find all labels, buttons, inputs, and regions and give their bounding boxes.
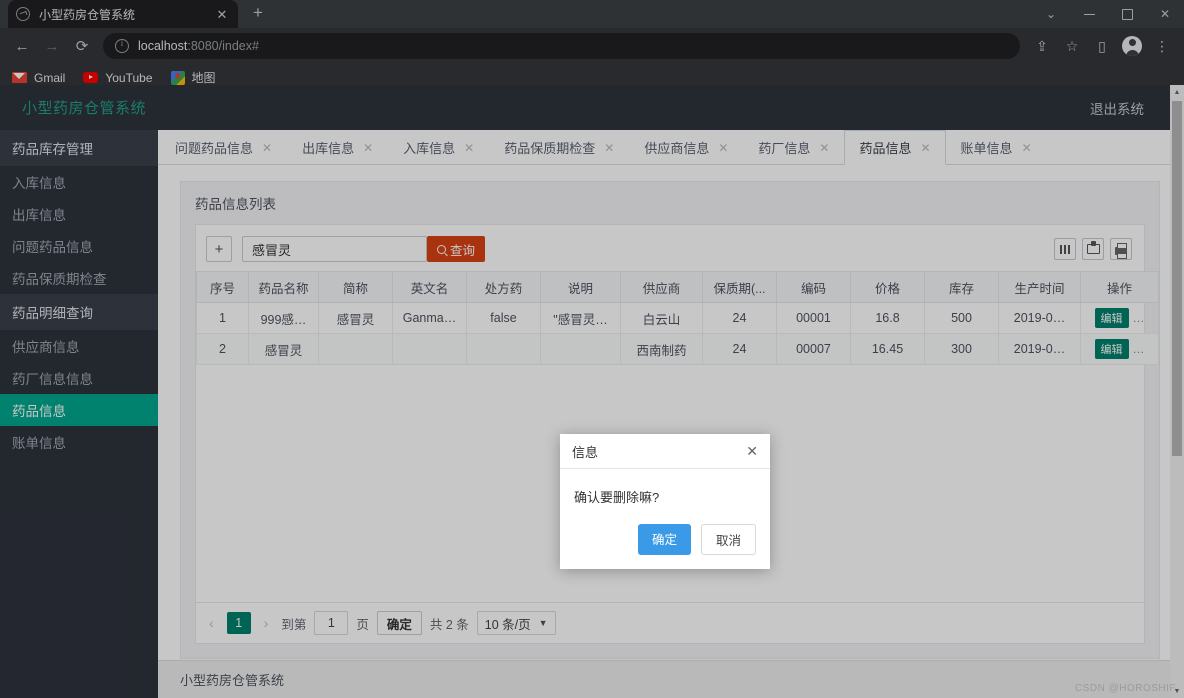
modal-overlay[interactable] bbox=[0, 0, 1184, 698]
browser-window: 小型药房仓管系统 ✕ + ⌄ ✕ ← → ⟳ localhost:8080/in… bbox=[0, 0, 1184, 698]
close-icon[interactable]: ✕ bbox=[746, 444, 758, 458]
confirm-button[interactable]: 确定 bbox=[637, 524, 691, 555]
dialog-header: 信息 ✕ bbox=[560, 434, 770, 469]
cancel-button[interactable]: 取消 bbox=[700, 524, 756, 555]
dialog-title: 信息 bbox=[572, 444, 599, 460]
watermark: CSDN @HOROSHIF bbox=[1074, 683, 1176, 694]
dialog-actions: 确定 取消 bbox=[560, 514, 770, 569]
dialog-message: 确认要删除嘛? bbox=[574, 490, 660, 505]
confirm-delete-dialog: 信息 ✕ 确认要删除嘛? 确定 取消 bbox=[560, 434, 770, 569]
